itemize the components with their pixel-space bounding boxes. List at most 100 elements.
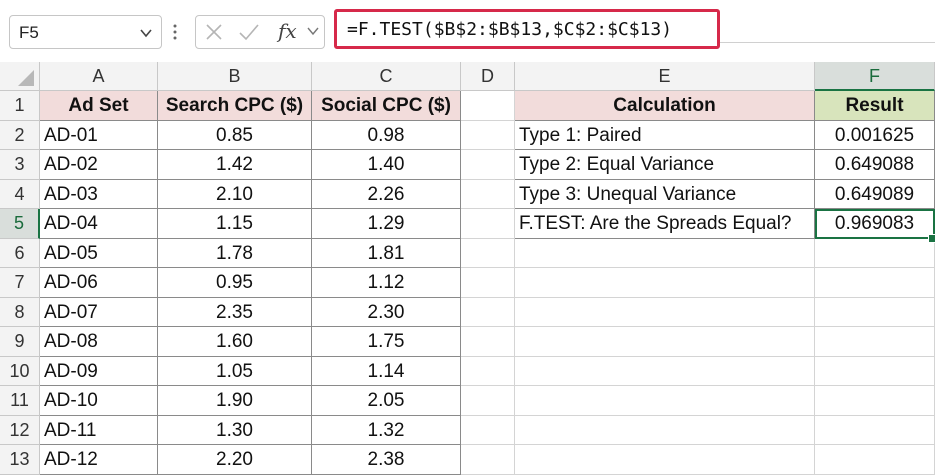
result-cell[interactable]: 0.649089 (815, 179, 935, 209)
empty-cell[interactable] (461, 327, 515, 357)
row-header[interactable]: 2 (0, 120, 40, 150)
social-cpc-cell[interactable]: 1.75 (312, 327, 461, 357)
ad-set-cell[interactable]: AD-06 (40, 268, 158, 298)
social-cpc-cell[interactable]: 1.29 (312, 209, 461, 239)
empty-cell[interactable] (461, 445, 515, 475)
chevron-down-icon[interactable] (306, 24, 320, 43)
social-cpc-cell[interactable]: 1.40 (312, 150, 461, 180)
column-header-a[interactable]: A (40, 62, 158, 91)
search-cpc-cell[interactable]: 1.90 (158, 386, 312, 416)
empty-cell[interactable] (461, 297, 515, 327)
empty-cell[interactable] (515, 327, 815, 357)
column-header-c[interactable]: C (312, 62, 461, 91)
result-cell[interactable]: 0.001625 (815, 120, 935, 150)
social-cpc-cell[interactable]: 1.12 (312, 268, 461, 298)
social-cpc-cell[interactable]: 2.26 (312, 179, 461, 209)
ad-set-cell[interactable]: AD-10 (40, 386, 158, 416)
search-cpc-cell[interactable]: 1.78 (158, 238, 312, 268)
search-cpc-cell[interactable]: 1.30 (158, 415, 312, 445)
row-header[interactable]: 8 (0, 297, 40, 327)
name-box[interactable]: F5 (9, 15, 162, 49)
row-header[interactable]: 1 (0, 91, 40, 121)
search-cpc-cell[interactable]: 1.42 (158, 150, 312, 180)
empty-cell[interactable] (461, 356, 515, 386)
row-header[interactable]: 12 (0, 415, 40, 445)
search-cpc-cell[interactable]: 1.15 (158, 209, 312, 239)
search-cpc-cell[interactable]: 1.05 (158, 356, 312, 386)
empty-cell[interactable] (815, 415, 935, 445)
search-cpc-cell[interactable]: 1.60 (158, 327, 312, 357)
check-icon[interactable] (238, 22, 260, 47)
empty-cell[interactable] (515, 297, 815, 327)
empty-cell[interactable] (461, 120, 515, 150)
empty-cell[interactable] (515, 386, 815, 416)
column-header-d[interactable]: D (461, 62, 515, 91)
calculation-cell[interactable]: Type 1: Paired (515, 120, 815, 150)
empty-cell[interactable] (461, 386, 515, 416)
social-cpc-cell[interactable]: 1.32 (312, 415, 461, 445)
empty-cell[interactable] (815, 386, 935, 416)
result-cell[interactable]: 0.649088 (815, 150, 935, 180)
row-header[interactable]: 7 (0, 268, 40, 298)
ad-set-cell[interactable]: AD-12 (40, 445, 158, 475)
social-cpc-cell[interactable]: 0.98 (312, 120, 461, 150)
social-cpc-cell[interactable]: 2.38 (312, 445, 461, 475)
row-header[interactable]: 13 (0, 445, 40, 475)
empty-cell[interactable] (461, 209, 515, 239)
ad-set-cell[interactable]: AD-03 (40, 179, 158, 209)
empty-cell[interactable] (815, 238, 935, 268)
social-cpc-cell[interactable]: 1.14 (312, 356, 461, 386)
ad-set-cell[interactable]: AD-11 (40, 415, 158, 445)
empty-cell[interactable] (515, 356, 815, 386)
table-header-social-cpc[interactable]: Social CPC ($) (312, 91, 461, 121)
empty-cell[interactable] (461, 150, 515, 180)
fill-handle[interactable] (928, 234, 935, 243)
empty-cell[interactable] (461, 91, 515, 121)
table-header-ad-set[interactable]: Ad Set (40, 91, 158, 121)
more-options-icon[interactable] (172, 20, 178, 44)
results-header-result[interactable]: Result (815, 91, 935, 121)
select-all-corner[interactable] (0, 62, 40, 91)
empty-cell[interactable] (461, 268, 515, 298)
row-header[interactable]: 9 (0, 327, 40, 357)
search-cpc-cell[interactable]: 2.20 (158, 445, 312, 475)
ad-set-cell[interactable]: AD-02 (40, 150, 158, 180)
search-cpc-cell[interactable]: 0.85 (158, 120, 312, 150)
formula-input[interactable]: =F.TEST($B$2:$B$13,$C$2:$C$13) (334, 9, 720, 49)
active-cell[interactable]: 0.969083 (815, 209, 935, 239)
ad-set-cell[interactable]: AD-09 (40, 356, 158, 386)
ad-set-cell[interactable]: AD-07 (40, 297, 158, 327)
empty-cell[interactable] (815, 297, 935, 327)
social-cpc-cell[interactable]: 2.05 (312, 386, 461, 416)
row-header[interactable]: 11 (0, 386, 40, 416)
ad-set-cell[interactable]: AD-08 (40, 327, 158, 357)
social-cpc-cell[interactable]: 1.81 (312, 238, 461, 268)
ad-set-cell[interactable]: AD-05 (40, 238, 158, 268)
empty-cell[interactable] (515, 268, 815, 298)
ad-set-cell[interactable]: AD-04 (40, 209, 158, 239)
empty-cell[interactable] (461, 179, 515, 209)
empty-cell[interactable] (461, 415, 515, 445)
row-header[interactable]: 4 (0, 179, 40, 209)
row-header[interactable]: 3 (0, 150, 40, 180)
close-icon[interactable] (204, 22, 224, 47)
empty-cell[interactable] (815, 445, 935, 475)
search-cpc-cell[interactable]: 2.10 (158, 179, 312, 209)
search-cpc-cell[interactable]: 2.35 (158, 297, 312, 327)
empty-cell[interactable] (815, 327, 935, 357)
row-header[interactable]: 10 (0, 356, 40, 386)
empty-cell[interactable] (815, 356, 935, 386)
column-header-f[interactable]: F (815, 62, 935, 91)
fx-icon[interactable]: fx (278, 19, 297, 43)
column-header-e[interactable]: E (515, 62, 815, 91)
row-header[interactable]: 6 (0, 238, 40, 268)
column-header-b[interactable]: B (158, 62, 312, 91)
empty-cell[interactable] (461, 238, 515, 268)
row-header[interactable]: 5 (0, 209, 40, 239)
search-cpc-cell[interactable]: 0.95 (158, 268, 312, 298)
chevron-down-icon[interactable] (139, 26, 153, 40)
results-header-calculation[interactable]: Calculation (515, 91, 815, 121)
calculation-cell[interactable]: Type 3: Unequal Variance (515, 179, 815, 209)
calculation-cell[interactable]: F.TEST: Are the Spreads Equal? (515, 209, 815, 239)
empty-cell[interactable] (515, 415, 815, 445)
